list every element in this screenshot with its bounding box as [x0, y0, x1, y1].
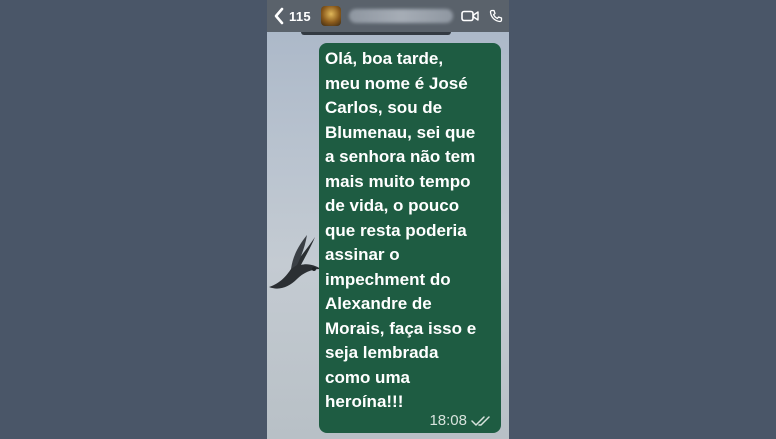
header-shadow: [301, 32, 451, 35]
contact-name-blurred[interactable]: [348, 9, 453, 23]
double-check-icon: [471, 415, 493, 427]
bird-wallpaper-image: [269, 235, 321, 289]
message-meta: 18:08: [429, 412, 493, 429]
chat-screen: 115 Olá, boa tarde, meu nome é José Carl…: [267, 0, 509, 439]
outgoing-message-bubble[interactable]: Olá, boa tarde, meu nome é José Carlos, …: [319, 43, 501, 433]
chevron-left-icon[interactable]: [273, 7, 285, 25]
video-call-icon[interactable]: [461, 9, 479, 23]
message-text: Olá, boa tarde, meu nome é José Carlos, …: [325, 49, 477, 411]
back-unread-count[interactable]: 115: [289, 9, 311, 24]
phone-call-icon[interactable]: [489, 9, 503, 23]
avatar[interactable]: [320, 6, 341, 26]
message-time: 18:08: [429, 412, 467, 429]
chat-header: 115: [267, 0, 509, 32]
